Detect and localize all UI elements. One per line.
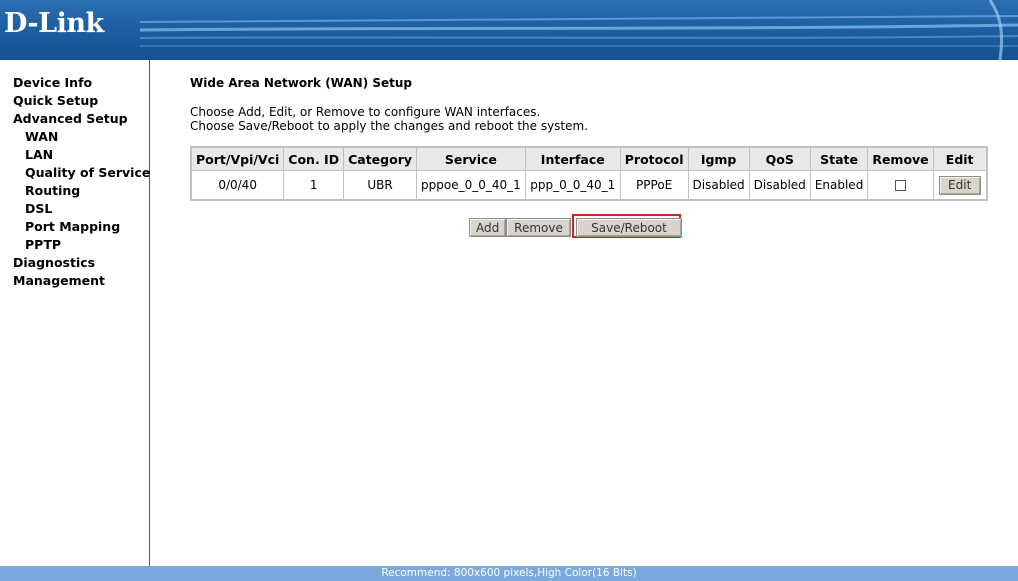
sidebar-nav: Device Info Quick Setup Advanced Setup W… [0, 60, 150, 566]
column-header-service: Service [416, 146, 526, 171]
remove-button[interactable]: Remove [506, 218, 571, 237]
wan-interfaces-table: Port/Vpi/Vci Con. ID Category Service In… [190, 146, 988, 201]
page-title: Wide Area Network (WAN) Setup [190, 76, 413, 90]
sidebar-item-dsl[interactable]: DSL [0, 200, 149, 218]
cell-qos: Disabled [748, 170, 811, 201]
column-header-category: Category [343, 146, 418, 171]
d-link-logo: D-Link [4, 8, 104, 39]
column-header-qos: QoS [748, 146, 811, 171]
column-header-state: State [809, 146, 869, 171]
cell-service: pppoe_0_0_40_1 [416, 170, 526, 201]
cell-category: UBR [343, 170, 418, 201]
header-banner: D-Link [0, 0, 1018, 60]
save-reboot-button[interactable]: Save/Reboot [576, 218, 682, 237]
instruction-text: Choose Save/Reboot to apply the changes … [190, 119, 589, 133]
sidebar-item-pptp[interactable]: PPTP [0, 236, 149, 254]
edit-button[interactable]: Edit [938, 175, 981, 195]
table-row: 0/0/40 1 UBR pppoe_0_0_40_1 ppp_0_0_40_1… [190, 170, 988, 201]
cell-igmp: Disabled [687, 170, 750, 201]
sidebar-item-device-info[interactable]: Device Info [0, 74, 149, 92]
cell-state: Enabled [809, 170, 869, 201]
add-button[interactable]: Add [469, 218, 507, 237]
column-header-interface: Interface [524, 146, 621, 171]
cell-remove [867, 170, 934, 201]
sidebar-item-wan[interactable]: WAN [0, 128, 149, 146]
column-header-protocol: Protocol [619, 146, 689, 171]
column-header-igmp: Igmp [687, 146, 750, 171]
footer-recommendation: Recommend: 800x600 pixels,High Color(16 … [0, 566, 1018, 581]
column-header-con-id: Con. ID [283, 146, 345, 171]
sidebar-item-routing[interactable]: Routing [0, 182, 149, 200]
table-header-row: Port/Vpi/Vci Con. ID Category Service In… [190, 146, 988, 171]
sidebar-item-port-mapping[interactable]: Port Mapping [0, 218, 149, 236]
sidebar-item-quality-of-service[interactable]: Quality of Service [0, 164, 150, 182]
sidebar-item-lan[interactable]: LAN [0, 146, 149, 164]
cell-edit: Edit [932, 170, 988, 201]
action-button-row: Add Remove Save/Reboot [190, 214, 937, 247]
instruction-text: Choose Add, Edit, or Remove to configure… [190, 105, 541, 119]
column-header-remove: Remove [867, 146, 934, 171]
sidebar-item-advanced-setup[interactable]: Advanced Setup [0, 110, 149, 128]
column-header-port-vpi-vci: Port/Vpi/Vci [190, 146, 285, 171]
sidebar-item-management[interactable]: Management [0, 272, 149, 290]
sidebar-item-diagnostics[interactable]: Diagnostics [0, 254, 149, 272]
cell-protocol: PPPoE [619, 170, 689, 201]
banner-wave-graphic [139, 0, 1018, 60]
remove-checkbox[interactable] [894, 180, 906, 191]
column-header-edit: Edit [932, 146, 988, 171]
sidebar-item-quick-setup[interactable]: Quick Setup [0, 92, 149, 110]
cell-con-id: 1 [283, 170, 345, 201]
cell-port-vpi-vci: 0/0/40 [190, 170, 285, 201]
cell-interface: ppp_0_0_40_1 [524, 170, 621, 201]
